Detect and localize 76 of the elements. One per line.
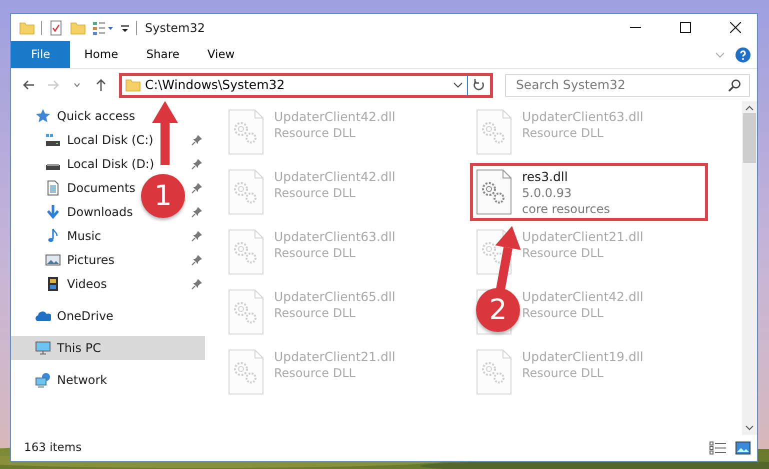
sidebar-item[interactable]: Pictures [67,251,115,269]
file-name: UpdaterClient42.dll [274,169,396,185]
dll-file-icon [228,169,264,215]
ribbon-tab[interactable]: View [193,41,249,68]
window-title: System32 [145,20,206,36]
dropdown-icon[interactable] [453,81,463,89]
monitor-icon [35,340,51,356]
sidebar-item[interactable]: Quick access [57,107,136,125]
scrollbar[interactable] [742,101,757,435]
refresh-icon[interactable] [472,78,486,92]
scroll-up-icon[interactable] [745,105,754,111]
file-name: UpdaterClient63.dll [522,109,644,125]
file-detail: Resource DLL [274,125,356,141]
sidebar-item[interactable]: Local Disk (C:) [67,131,154,149]
file-detail: Resource DLL [274,365,356,381]
file-detail: core resources [522,201,610,217]
sidebar-item[interactable]: Documents [67,179,136,197]
sidebar-item[interactable]: Videos [67,275,107,293]
file-name: UpdaterClient42.dll [274,109,396,125]
sidebar-item[interactable]: Network [57,371,108,389]
pictures-icon [45,252,61,268]
help-icon[interactable] [735,46,751,62]
properties-icon[interactable] [48,20,64,36]
file-name: UpdaterClient21.dll [274,349,396,365]
file-detail: Resource DLL [274,305,356,321]
address-field[interactable]: C:\Windows\System32 [141,76,453,94]
dll-file-icon [228,229,264,275]
file-name: res3.dll [522,169,569,185]
large-icons-view-icon[interactable] [735,441,751,455]
file-name: UpdaterClient19.dll [522,349,644,365]
file-detail: Resource DLL [522,125,604,141]
file-detail: Resource DLL [274,245,356,261]
scroll-thumb[interactable] [743,113,756,163]
file-name: UpdaterClient42.dll [522,289,644,305]
download-icon [45,204,61,220]
file-detail: Resource DLL [274,185,356,201]
network-icon [35,372,51,388]
drive-icon [46,164,60,170]
caret-icon [74,83,80,87]
minimize-icon [630,27,640,28]
scroll-down-icon[interactable] [745,425,754,431]
sidebar-item[interactable]: Downloads [67,203,133,221]
sidebar-item[interactable]: Local Disk (D:) [67,155,154,173]
sidebar-item[interactable]: OneDrive [57,307,114,325]
ribbon-tab[interactable]: Share [132,41,194,68]
ribbon-tab[interactable]: File [11,41,70,68]
close-icon [730,22,740,33]
dll-file-icon [476,349,512,395]
dll-file-icon [228,349,264,395]
address-bar[interactable]: C:\Windows\System32 [119,72,493,98]
search-icon [728,78,741,92]
sidebar-item[interactable]: This PC [57,339,101,357]
maximize-icon [680,22,690,33]
file-name: UpdaterClient63.dll [274,229,396,245]
star-icon [35,108,51,124]
sidebar-item[interactable]: Music [67,227,102,245]
file-name: UpdaterClient21.dll [522,229,644,245]
folder-icon [125,77,141,93]
dll-file-icon [476,109,512,155]
view-list-icon[interactable] [92,20,114,36]
file-detail: Resource DLL [522,245,604,261]
ribbon-tab[interactable]: Home [70,41,132,68]
item-count: 163 items [24,439,82,456]
annotation-arrow [152,101,178,165]
details-view-icon[interactable] [709,441,727,455]
file-detail: Resource DLL [522,305,604,321]
film-icon [45,276,61,292]
dll-file-icon [228,289,264,335]
file-detail: Resource DLL [522,365,604,381]
file-detail: 5.0.0.93 [522,185,573,201]
search-box[interactable]: Search System32 [505,74,750,96]
dll-file-icon [476,169,512,215]
file-name: UpdaterClient65.dll [274,289,396,305]
drive-icon [45,132,61,148]
document-icon [45,180,61,196]
dll-file-icon [228,109,264,155]
